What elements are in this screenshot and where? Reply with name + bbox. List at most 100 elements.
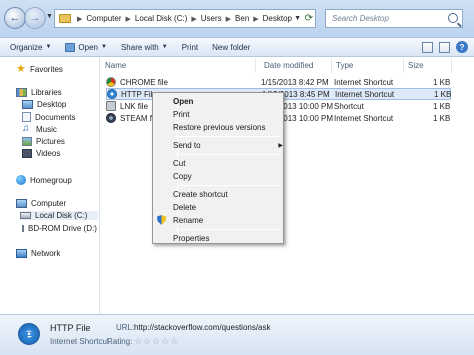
chrome-icon — [106, 77, 116, 87]
crumb-ben[interactable]: Ben — [233, 14, 251, 23]
file-name: LNK file — [120, 101, 149, 111]
crumb-users[interactable]: Users — [199, 14, 224, 23]
column-date-modified[interactable]: Date modified — [260, 58, 332, 73]
help-icon[interactable]: ? — [456, 41, 468, 53]
preview-pane-icon[interactable] — [439, 41, 450, 53]
file-type: Internet Shortcut — [334, 77, 394, 87]
details-url-value[interactable]: http://stackoverflow.com/questions/ask — [134, 323, 271, 332]
nav-desktop[interactable]: Desktop — [22, 100, 66, 109]
menu-item-create-shortcut[interactable]: Create shortcut — [173, 189, 228, 200]
crumb-desktop[interactable]: Desktop — [261, 14, 294, 23]
homegroup-icon — [16, 175, 26, 185]
menu-item-delete-label: Delete — [173, 203, 197, 212]
menu-separator — [179, 136, 280, 137]
new-folder-label: New folder — [212, 42, 251, 52]
organize-label: Organize — [10, 42, 43, 52]
change-view-icon[interactable] — [422, 41, 433, 53]
nav-homegroup[interactable]: Homegroup — [16, 175, 72, 185]
details-pane: HTTP File Internet Shortcut URL: http://… — [0, 314, 474, 355]
nav-libraries[interactable]: Libraries — [16, 88, 62, 97]
nav-favorites[interactable]: ★ Favorites — [16, 64, 63, 75]
menu-item-rename-label: Rename — [173, 216, 204, 225]
forward-button[interactable]: → — [24, 7, 46, 29]
chevron-down-icon: ▼ — [161, 44, 168, 50]
address-box[interactable]: ▶ Computer ▶ Local Disk (C:) ▶ Users ▶ B… — [54, 9, 316, 28]
menu-item-print-label: Print — [173, 110, 190, 119]
dvd-drive-icon — [22, 225, 24, 232]
open-button[interactable]: Open ▼ — [65, 42, 107, 52]
address-dropdown-icon[interactable]: ▼ — [294, 15, 301, 22]
menu-item-send-to[interactable]: Send to ▶ — [173, 140, 283, 151]
address-bar-area: ← → ▼ ▶ Computer ▶ Local Disk (C:) ▶ Use… — [0, 0, 474, 38]
nav-network[interactable]: Network — [16, 249, 60, 258]
column-type[interactable]: Type — [332, 58, 404, 73]
nav-bd-rom-label: BD-ROM Drive (D:) G — [28, 224, 98, 233]
menu-item-restore[interactable]: Restore previous versions — [173, 122, 265, 133]
music-icon: ♫ — [22, 123, 30, 134]
menu-item-rename[interactable]: Rename — [173, 215, 203, 226]
nav-bd-rom[interactable]: BD-ROM Drive (D:) G — [22, 224, 98, 233]
ie-icon — [18, 323, 40, 345]
details-rating-label: Rating: — [107, 337, 133, 346]
shortcut-icon — [106, 101, 116, 111]
ie-icon — [107, 89, 117, 99]
column-name-label: Name — [105, 61, 127, 70]
organize-button[interactable]: Organize ▼ — [10, 43, 51, 52]
nav-videos[interactable]: Videos — [22, 149, 60, 158]
menu-item-delete[interactable]: Delete — [173, 202, 196, 213]
chevron-right-icon[interactable]: ▶ — [189, 15, 198, 23]
file-size: 1 KB — [433, 113, 451, 123]
menu-item-open[interactable]: Open — [173, 96, 193, 107]
nav-computer[interactable]: Computer — [16, 199, 66, 208]
star-empty-icon[interactable]: ☆ — [170, 336, 178, 346]
libraries-icon — [16, 88, 27, 97]
star-empty-icon[interactable]: ☆ — [161, 336, 169, 346]
file-row[interactable]: CHROME file 1/15/2013 8:42 PM Internet S… — [106, 76, 451, 88]
network-icon — [16, 249, 27, 258]
chevron-down-icon: ▼ — [101, 44, 107, 50]
crumb-local-disk[interactable]: Local Disk (C:) — [133, 14, 189, 23]
chevron-right-icon[interactable]: ▶ — [124, 15, 133, 23]
nav-documents[interactable]: Documents — [22, 112, 75, 122]
share-with-button[interactable]: Share with ▼ — [121, 43, 168, 52]
recent-pages-dropdown-icon[interactable]: ▼ — [46, 13, 53, 20]
column-size[interactable]: Size — [404, 58, 452, 73]
file-name: STEAM fil — [120, 113, 156, 123]
nav-desktop-label: Desktop — [37, 100, 67, 109]
share-with-label: Share with — [120, 42, 159, 52]
nav-pictures[interactable]: Pictures — [22, 137, 65, 146]
file-size: 1 KB — [433, 77, 451, 87]
videos-icon — [22, 149, 32, 158]
desktop-icon — [22, 100, 33, 109]
print-button[interactable]: Print — [182, 43, 198, 52]
star-empty-icon[interactable]: ☆ — [143, 336, 151, 346]
star-empty-icon[interactable]: ☆ — [152, 336, 160, 346]
nav-local-disk[interactable]: Local Disk (C:) — [20, 211, 98, 220]
chevron-right-icon[interactable]: ▶ — [75, 15, 84, 23]
back-button[interactable]: ← — [4, 7, 26, 29]
chevron-right-icon[interactable]: ▶ — [251, 15, 260, 23]
drive-icon — [20, 212, 31, 219]
search-input[interactable]: Search Desktop — [325, 9, 463, 28]
crumb-computer[interactable]: Computer — [84, 14, 123, 23]
menu-item-restore-label: Restore previous versions — [173, 123, 266, 132]
menu-item-open-label: Open — [173, 97, 194, 106]
file-size: 1 KB — [433, 101, 451, 111]
toolbar-right: ? — [422, 41, 468, 53]
menu-item-copy[interactable]: Copy — [173, 171, 192, 182]
menu-item-properties-label: Properties — [173, 234, 210, 243]
refresh-icon[interactable]: ⟳ — [305, 13, 313, 24]
menu-item-print[interactable]: Print — [173, 109, 189, 120]
chevron-down-icon: ▼ — [45, 44, 52, 50]
menu-item-properties[interactable]: Properties — [173, 233, 209, 244]
nav-music[interactable]: ♫ Music — [22, 124, 57, 134]
menu-item-cut[interactable]: Cut — [173, 158, 185, 169]
menu-item-cut-label: Cut — [173, 159, 186, 168]
nav-pictures-label: Pictures — [36, 137, 65, 146]
rating-stars[interactable]: ☆☆☆☆☆ — [134, 336, 179, 347]
column-name[interactable]: Name — [101, 58, 256, 73]
menu-item-copy-label: Copy — [173, 172, 192, 181]
star-empty-icon[interactable]: ☆ — [134, 336, 142, 346]
new-folder-button[interactable]: New folder — [212, 43, 250, 52]
chevron-right-icon[interactable]: ▶ — [224, 15, 233, 23]
